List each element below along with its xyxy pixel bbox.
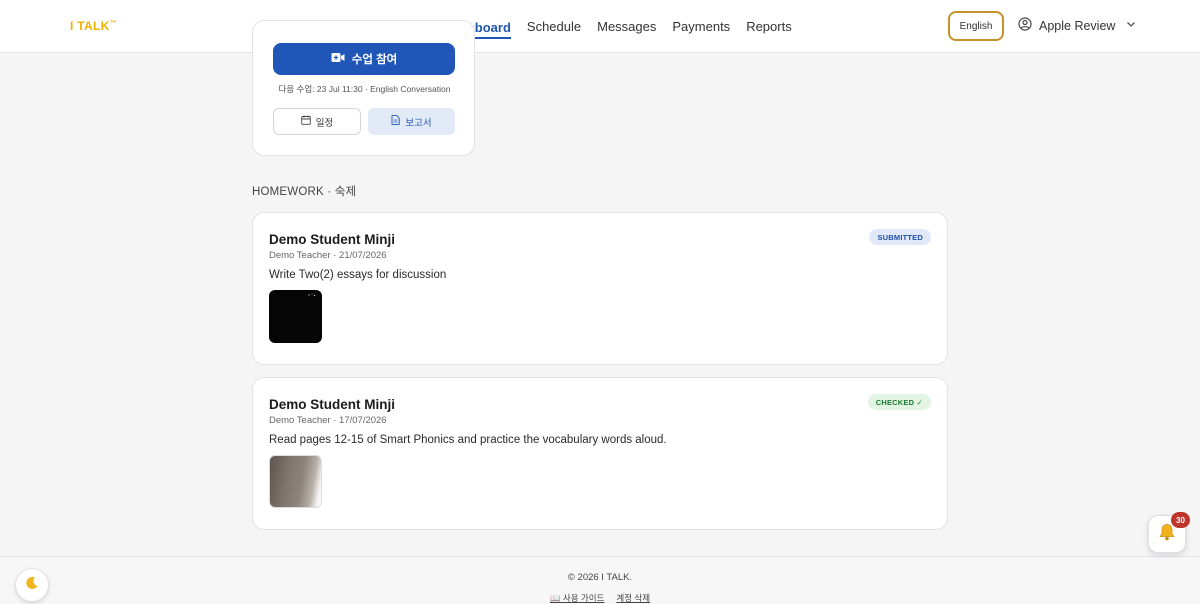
language-button[interactable]: English [948,11,1004,41]
delete-account-link[interactable]: 계정 삭제 [616,592,650,604]
nav-reports[interactable]: Reports [746,13,792,40]
homework-description: Read pages 12-15 of Smart Phonics and pr… [269,434,667,446]
nav-schedule[interactable]: Schedule [527,13,581,40]
page-footer: © 2026 I TALK. 📖 사용 가이드 계정 삭제 [0,556,1200,604]
moon-icon [24,575,40,595]
user-circle-icon [1018,17,1032,34]
homework-attachment-thumbnail[interactable] [269,455,322,508]
schedule-label: 일정 [315,117,334,129]
user-menu[interactable]: Apple Review [1018,17,1136,34]
nav-messages[interactable]: Messages [597,13,656,40]
notification-count-badge: 30 [1171,512,1190,528]
homework-card[interactable]: Demo Student Minji Demo Teacher · 17/07/… [252,377,948,530]
schedule-button[interactable]: 일정 [273,108,361,135]
status-badge: CHECKED ✓ [867,394,931,410]
calendar-icon [300,115,311,128]
lesson-actions: 일정 보고서 [273,108,455,135]
logo-trademark: ™ [109,20,117,27]
homework-student: Demo Student Minji [269,397,395,412]
user-guide-link[interactable]: 📖 사용 가이드 [550,592,604,604]
homework-meta: Demo Teacher · 17/07/2026 [269,415,387,426]
copyright-text: © 2026 I TALK. [567,572,633,583]
lesson-card: 수업 참여 다음 수업: 23 Jul 11:30 · English Conv… [252,20,475,156]
homework-card[interactable]: Demo Student Minji Demo Teacher · 21/07/… [252,212,948,365]
top-header: I TALK™ Dashboard Schedule Messages Paym… [0,0,1200,53]
homework-description: Write Two(2) essays for discussion [269,269,447,281]
nav-payments[interactable]: Payments [672,13,730,40]
homework-attachment-thumbnail[interactable] [269,290,322,343]
report-label: 보고서 [405,117,432,129]
join-lesson-label: 수업 참여 [351,54,398,66]
app-logo[interactable]: I TALK™ [70,19,117,33]
theme-toggle-button[interactable] [15,568,49,602]
join-lesson-button[interactable]: 수업 참여 [273,43,455,75]
status-badge: SUBMITTED [869,229,931,245]
document-icon [391,115,401,128]
next-lesson-text: 다음 수업: 23 Jul 11:30 · English Conversati… [278,84,451,94]
main-nav: Dashboard Schedule Messages Payments Rep… [443,0,792,52]
user-name: Apple Review [1039,18,1116,33]
homework-meta: Demo Teacher · 21/07/2026 [269,250,387,261]
homework-section-title: HOMEWORK · 숙제 [252,186,357,198]
chevron-down-icon [1126,20,1136,31]
homework-student: Demo Student Minji [269,232,395,247]
report-button[interactable]: 보고서 [368,108,455,135]
footer-links: 📖 사용 가이드 계정 삭제 [0,592,1200,604]
video-plus-icon [331,52,345,66]
logo-text: I TALK [70,19,110,33]
